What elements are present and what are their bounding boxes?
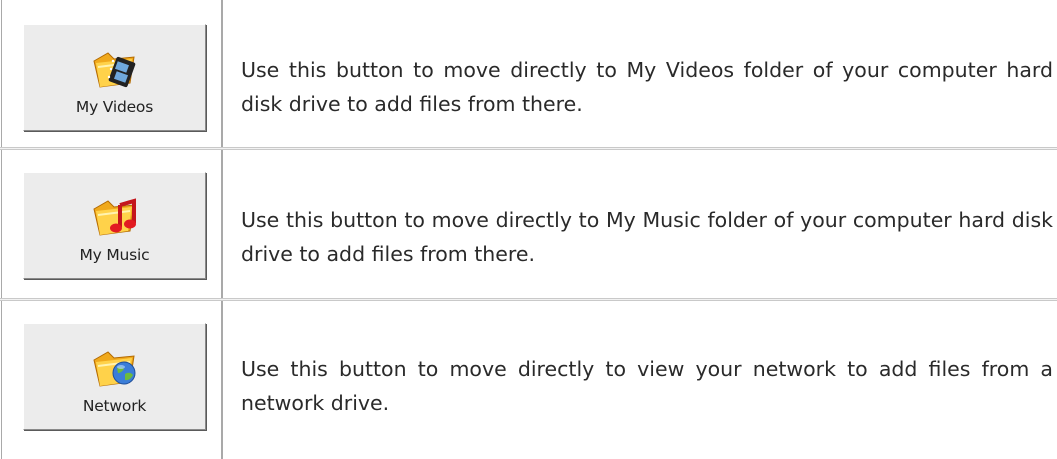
network-description: Use this button to move directly to view… <box>241 357 1053 415</box>
folder-globe-icon <box>93 351 136 387</box>
table-row: My Music Use this button to move directl… <box>0 150 1057 298</box>
my-videos-button[interactable]: My Videos <box>23 24 206 131</box>
network-button[interactable]: Network <box>23 323 206 430</box>
folder-film-icon <box>93 52 136 88</box>
folder-music-note-icon <box>93 198 136 236</box>
network-button-label: Network <box>82 397 147 415</box>
my-music-button-label: My Music <box>79 246 150 264</box>
table-row: Network Use this button to move directly… <box>0 301 1057 459</box>
my-music-button[interactable]: My Music <box>23 172 206 279</box>
my-videos-description: Use this button to move directly to My V… <box>241 58 1053 116</box>
my-videos-button-label: My Videos <box>75 98 154 116</box>
my-music-description: Use this button to move directly to My M… <box>241 208 1053 266</box>
table-row: My Videos Use this button to move direct… <box>0 0 1057 147</box>
